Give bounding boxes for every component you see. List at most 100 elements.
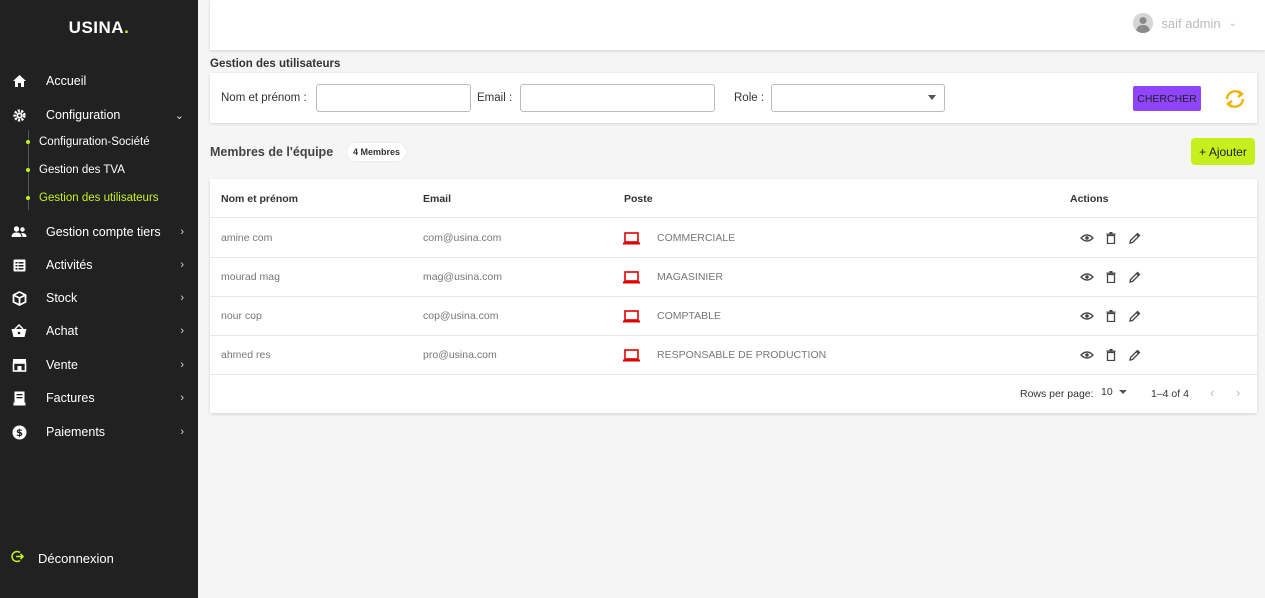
bullet-icon [26,140,30,144]
trash-icon[interactable] [1104,231,1118,245]
cell-email: cop@usina.com [423,310,499,322]
eye-icon[interactable] [1080,231,1094,245]
pagination-range: 1–4 of 4 [1151,388,1189,400]
users-table: Nom et prénom Email Poste Actions amine … [210,179,1257,413]
cell-email: com@usina.com [423,232,502,244]
email-filter-label: Email : [477,92,513,104]
sidebar-item-label: Gestion compte tiers [46,225,161,239]
receipt-icon [11,390,27,406]
user-name: saif admin [1161,15,1221,31]
avatar [1133,13,1154,33]
page-title: Gestion des utilisateurs [210,58,341,70]
rows-per-page-label: Rows per page: [1020,388,1094,400]
chevron-right-icon: › [180,392,184,404]
sidebar-item-paiements[interactable]: $ Paiements › [0,418,198,446]
chevron-right-icon: › [180,226,184,238]
eye-icon[interactable] [1080,270,1094,284]
sidebar-item-label: Paiements [46,425,106,439]
column-header-poste[interactable]: Poste [624,193,653,205]
logout-button[interactable]: Déconnexion [0,546,198,570]
row-actions [1080,348,1142,362]
logout-label: Déconnexion [38,550,114,566]
row-actions [1080,231,1142,245]
app-logo[interactable]: USINA. [0,18,198,38]
chevron-right-icon: › [180,292,184,304]
name-filter-input[interactable] [316,84,471,112]
filter-card: Nom et prénom : Email : Role : CHERCHER [210,73,1257,123]
eye-icon[interactable] [1080,348,1094,362]
svg-text:$: $ [16,428,23,439]
sidebar-item-achat[interactable]: Achat › [0,317,198,345]
sidebar-item-label: Accueil [46,74,87,88]
eye-icon[interactable] [1080,309,1094,323]
chevron-down-icon: ⌄ [1228,17,1237,29]
name-filter-label: Nom et prénom : [221,92,307,104]
store-icon [11,357,27,373]
bullet-icon [26,196,30,200]
laptop-icon [623,232,640,245]
sidebar-item-label: Activités [46,258,93,272]
table-pagination: Rows per page: 10 1–4 of 4 ‹ › [210,376,1257,412]
team-title: Membres de l'équipe [210,145,334,159]
role-filter-label: Role : [734,92,765,104]
laptop-icon [623,271,640,284]
column-header-name[interactable]: Nom et prénom [221,193,298,205]
top-bar: saif admin ⌄ [210,0,1265,50]
sidebar-subitem-configuration-societe[interactable]: Configuration-Société [26,131,198,153]
cell-poste: MAGASINIER [657,271,723,283]
table-row: nour cop cop@usina.com COMPTABLE [210,297,1257,336]
sidebar-item-configuration[interactable]: Configuration ⌄ [0,101,198,129]
sidebar-item-stock[interactable]: Stock › [0,284,198,312]
user-menu[interactable]: saif admin ⌄ [1133,13,1237,33]
refresh-icon[interactable] [1223,87,1247,111]
cell-poste: RESPONSABLE DE PRODUCTION [657,349,827,361]
sidebar-subitem-gestion-utilisateurs[interactable]: Gestion des utilisateurs [26,187,198,209]
rows-per-page-select[interactable]: 10 [1101,386,1127,398]
sidebar-subitem-label: Gestion des TVA [39,164,125,176]
rows-per-page-value: 10 [1101,386,1113,398]
cell-email: mag@usina.com [423,271,502,283]
trash-icon[interactable] [1104,348,1118,362]
email-filter-input[interactable] [520,84,715,112]
gear-icon [11,107,27,123]
box-icon [11,290,27,306]
sidebar-item-vente[interactable]: Vente › [0,351,198,379]
trash-icon[interactable] [1104,270,1118,284]
cell-email: pro@usina.com [423,349,497,361]
sidebar-subitem-gestion-tva[interactable]: Gestion des TVA [26,159,198,181]
search-button[interactable]: CHERCHER [1133,86,1201,111]
pencil-icon[interactable] [1128,231,1142,245]
chevron-right-icon: › [180,426,184,438]
pencil-icon[interactable] [1128,309,1142,323]
users-icon [11,224,27,240]
cell-poste: COMMERCIALE [657,232,736,244]
add-user-button[interactable]: + Ajouter [1191,138,1255,165]
sidebar-item-factures[interactable]: Factures › [0,384,198,412]
sidebar-subitem-label: Configuration-Société [39,136,150,148]
cell-name: nour cop [221,310,262,322]
pencil-icon[interactable] [1128,348,1142,362]
row-actions [1080,270,1142,284]
cell-poste: COMPTABLE [657,310,721,322]
dropdown-arrow-icon [928,95,936,100]
sidebar-item-gestion-compte-tiers[interactable]: Gestion compte tiers › [0,218,198,246]
table-row: amine com com@usina.com COMMERCIALE [210,219,1257,258]
basket-icon [11,323,27,339]
sidebar-item-activites[interactable]: Activités › [0,251,198,279]
table-header: Nom et prénom Email Poste Actions [210,179,1257,218]
sidebar-item-label: Achat [46,324,78,338]
column-header-email[interactable]: Email [423,193,451,205]
next-page-button[interactable]: › [1236,385,1240,400]
table-row: ahmed res pro@usina.com RESPONSABLE DE P… [210,336,1257,375]
members-count-badge: 4 Membres [347,143,407,161]
pencil-icon[interactable] [1128,270,1142,284]
chevron-right-icon: › [180,325,184,337]
previous-page-button[interactable]: ‹ [1210,385,1214,400]
home-icon [11,73,27,89]
laptop-icon [623,310,640,323]
sidebar-item-accueil[interactable]: Accueil [0,67,198,95]
table-row: mourad mag mag@usina.com MAGASINIER [210,258,1257,297]
sidebar-item-label: Configuration [46,108,121,122]
trash-icon[interactable] [1104,309,1118,323]
role-select[interactable] [771,84,945,112]
